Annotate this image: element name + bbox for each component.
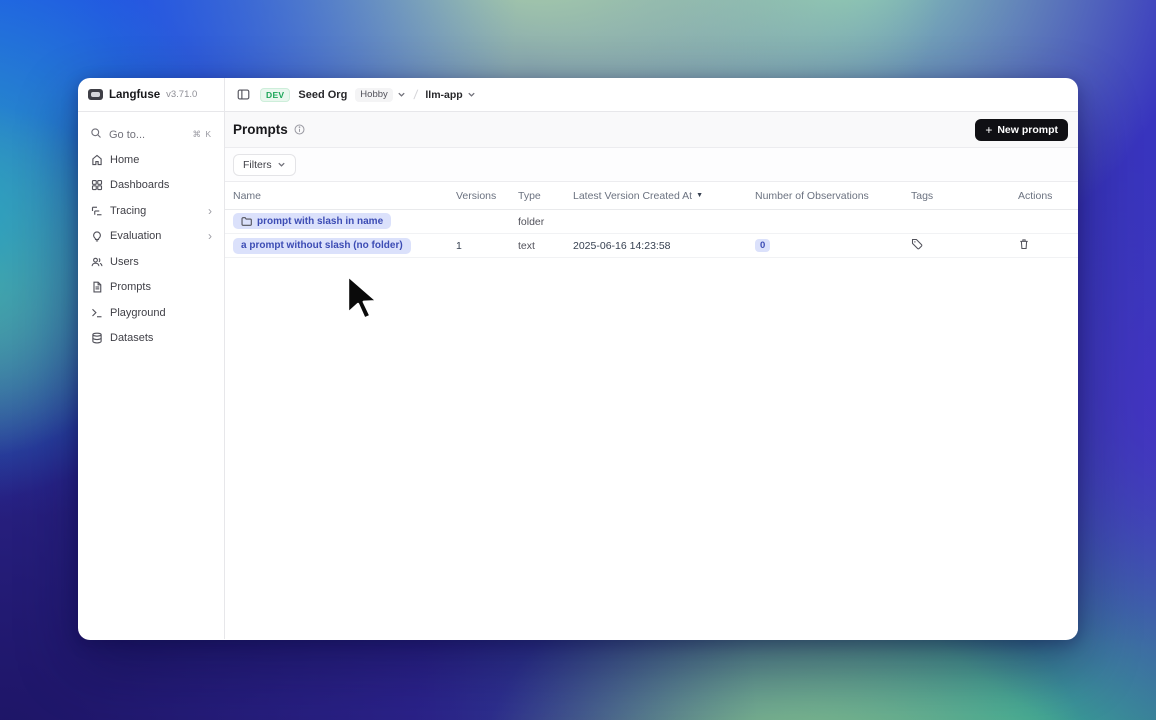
prompt-name-pill[interactable]: a prompt without slash (no folder): [233, 238, 411, 254]
actions-cell: [1018, 238, 1078, 253]
sidebar-item-users[interactable]: Users: [78, 249, 224, 275]
app-version: v3.71.0: [166, 89, 197, 100]
search-icon: [90, 127, 102, 142]
users-icon: [90, 256, 103, 268]
table-row[interactable]: a prompt without slash (no folder) 1 tex…: [225, 234, 1078, 258]
sidebar-item-label: Users: [110, 256, 212, 268]
page-title: Prompts: [233, 122, 288, 137]
sidebar-item-datasets[interactable]: Datasets: [78, 326, 224, 352]
column-header-label: Latest Version Created At: [573, 190, 692, 202]
observations-count-badge: 0: [755, 239, 770, 252]
project-dropdown[interactable]: llm-app: [425, 89, 475, 101]
column-header-latest-version-created-at[interactable]: Latest Version Created At ▼: [573, 190, 755, 202]
type-cell: text: [518, 240, 573, 252]
project-name: llm-app: [425, 89, 462, 101]
prompt-name: a prompt without slash (no folder): [241, 240, 403, 251]
home-icon: [90, 154, 103, 166]
plan-badge: Hobby: [355, 88, 392, 102]
breadcrumb: DEV Seed Org Hobby / llm-app: [225, 78, 1078, 111]
sidebar-item-home[interactable]: Home: [78, 147, 224, 173]
name-cell: prompt with slash in name: [233, 213, 456, 230]
tag-icon[interactable]: [911, 238, 923, 250]
sidebar-item-label: Tracing: [110, 205, 201, 217]
goto-shortcut: ⌘ K: [192, 129, 212, 140]
top-bar: Langfuse v3.71.0 DEV Seed Org Hobby /: [78, 78, 1078, 112]
playground-terminal-icon: [90, 307, 103, 319]
table-row[interactable]: prompt with slash in name folder: [225, 210, 1078, 234]
type-cell: folder: [518, 216, 573, 228]
desktop-background: Langfuse v3.71.0 DEV Seed Org Hobby /: [0, 0, 1156, 720]
evaluation-lightbulb-icon: [90, 230, 103, 242]
sidebar-item-playground[interactable]: Playground: [78, 300, 224, 326]
langfuse-app-window: Langfuse v3.71.0 DEV Seed Org Hobby /: [78, 78, 1078, 640]
info-icon[interactable]: [294, 124, 305, 135]
brand-name: Langfuse: [109, 89, 160, 101]
sidebar-item-prompts[interactable]: Prompts: [78, 275, 224, 301]
env-badge: DEV: [260, 88, 290, 102]
goto-search[interactable]: Go to... ⌘ K: [78, 122, 224, 147]
filters-label: Filters: [243, 159, 272, 171]
chevron-down-icon: [277, 160, 286, 169]
column-header-versions[interactable]: Versions: [456, 190, 518, 202]
folder-name-pill[interactable]: prompt with slash in name: [233, 213, 391, 229]
column-header-tags[interactable]: Tags: [911, 190, 1018, 202]
prompts-file-icon: [90, 281, 103, 293]
langfuse-logo-icon: [88, 89, 103, 100]
sidebar: Go to... ⌘ K Home Dashboards: [78, 112, 225, 639]
datasets-database-icon: [90, 332, 103, 344]
brand-area: Langfuse v3.71.0: [78, 78, 225, 111]
org-name[interactable]: Seed Org: [298, 89, 347, 101]
tracing-list-tree-icon: [90, 205, 103, 217]
sidebar-nav: Home Dashboards Tracing ›: [78, 147, 224, 351]
sidebar-item-evaluation[interactable]: Evaluation ›: [78, 224, 224, 250]
column-header-number-of-observations[interactable]: Number of Observations: [755, 190, 911, 202]
sidebar-item-label: Playground: [110, 307, 212, 319]
sidebar-item-label: Prompts: [110, 281, 212, 293]
sidebar-item-label: Home: [110, 154, 212, 166]
sidebar-item-tracing[interactable]: Tracing ›: [78, 198, 224, 224]
sidebar-item-label: Evaluation: [110, 230, 201, 242]
folder-icon: [241, 216, 252, 227]
new-prompt-button[interactable]: + New prompt: [975, 119, 1068, 141]
chevron-right-icon[interactable]: ›: [208, 230, 212, 242]
dashboards-grid-icon: [90, 179, 103, 191]
sidebar-item-dashboards[interactable]: Dashboards: [78, 173, 224, 199]
column-header-type[interactable]: Type: [518, 190, 573, 202]
prompt-name: prompt with slash in name: [257, 216, 383, 227]
org-plan-dropdown[interactable]: Hobby: [355, 88, 405, 102]
tags-cell: [911, 238, 1018, 253]
plus-icon: +: [985, 123, 992, 137]
chevron-down-icon: [467, 90, 476, 99]
sidebar-toggle-icon[interactable]: [235, 86, 252, 103]
table-header-row: Name Versions Type Latest Version Create…: [225, 182, 1078, 210]
chevron-down-icon: [397, 90, 406, 99]
versions-cell: 1: [456, 240, 518, 252]
prompts-table: Name Versions Type Latest Version Create…: [225, 182, 1078, 258]
filters-button[interactable]: Filters: [233, 154, 296, 176]
goto-label: Go to...: [109, 129, 185, 141]
app-body: Go to... ⌘ K Home Dashboards: [78, 112, 1078, 639]
new-prompt-label: New prompt: [997, 124, 1058, 136]
name-cell: a prompt without slash (no folder): [233, 238, 456, 254]
filters-bar: Filters: [225, 148, 1078, 182]
main-content: Prompts + New prompt Filters: [225, 112, 1078, 639]
latest-version-cell: 2025-06-16 14:23:58: [573, 240, 755, 252]
trash-icon[interactable]: [1018, 238, 1030, 250]
chevron-right-icon[interactable]: ›: [208, 205, 212, 217]
observations-cell: 0: [755, 239, 911, 252]
breadcrumb-separator: /: [413, 87, 419, 102]
sort-desc-icon: ▼: [696, 192, 703, 199]
column-header-name[interactable]: Name: [233, 190, 456, 202]
page-header: Prompts + New prompt: [225, 112, 1078, 148]
column-header-actions[interactable]: Actions: [1018, 190, 1078, 202]
sidebar-item-label: Datasets: [110, 332, 212, 344]
sidebar-item-label: Dashboards: [110, 179, 212, 191]
